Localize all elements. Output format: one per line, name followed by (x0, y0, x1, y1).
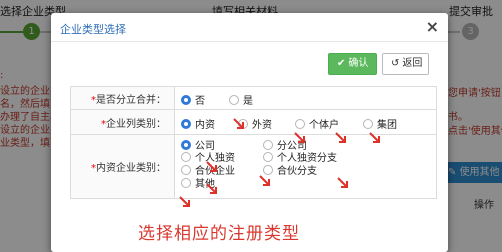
annotation-arrow-icon (369, 132, 380, 143)
annotation-arrow-icon (233, 118, 244, 129)
radio-icon (263, 139, 273, 150)
radio-icon (295, 118, 305, 129)
dialog-toolbar: ✔ 确认 ↺ 返回 (51, 42, 448, 85)
category-row: *企业列类别： 内资 外资 个体户 集团 (70, 109, 437, 135)
radio-icon (181, 177, 191, 188)
confirm-label: 确认 (348, 58, 369, 69)
category-label: *企业列类别： (70, 109, 175, 135)
company-type-dialog: 企业类型选择 × ✔ 确认 ↺ 返回 *是否分立合并： 否 是 *企业列类别： 内资 (51, 13, 448, 252)
radio-checked-icon (181, 139, 191, 150)
annotation-arrow-icon (337, 177, 348, 188)
confirm-button[interactable]: ✔ 确认 (328, 53, 377, 75)
check-icon: ✔ (337, 58, 346, 69)
radio-checked-icon (181, 94, 191, 105)
radio-icon (229, 94, 239, 105)
radio-icon (263, 151, 273, 162)
category-individual-radio[interactable]: 个体户 (295, 116, 339, 131)
dialog-title: 企业类型选择 (60, 23, 126, 36)
split-label: *是否分立合并： (70, 86, 175, 110)
domestic-label: *内资企业类别： (70, 134, 175, 199)
radio-checked-icon (181, 118, 191, 129)
annotation-caption: 选择相应的注册类型 (138, 224, 300, 244)
back-button[interactable]: ↺ 返回 (382, 53, 429, 75)
annotation-arrow-icon (206, 183, 217, 194)
split-yes-radio[interactable]: 是 (229, 92, 253, 107)
annotation-arrow-icon (294, 132, 305, 143)
split-options: 否 是 (174, 86, 437, 110)
category-options: 内资 外资 个体户 集团 (174, 109, 437, 135)
split-row: *是否分立合并： 否 是 (70, 86, 437, 110)
radio-icon (181, 164, 191, 175)
annotation-arrow-icon (259, 175, 270, 186)
category-group-radio[interactable]: 集团 (363, 116, 397, 131)
annotation-arrow-icon (206, 161, 217, 172)
annotation-arrow-icon (335, 132, 346, 143)
dialog-header: 企业类型选择 × (51, 13, 448, 42)
close-icon[interactable]: × (426, 17, 439, 36)
radio-icon (363, 118, 373, 129)
radio-icon (263, 164, 273, 175)
annotation-arrow-icon (179, 196, 190, 207)
undo-icon: ↺ (391, 58, 400, 69)
radio-icon (181, 151, 191, 162)
category-domestic-radio[interactable]: 内资 (181, 116, 215, 131)
split-no-radio[interactable]: 否 (181, 92, 205, 107)
back-label: 返回 (402, 58, 423, 69)
